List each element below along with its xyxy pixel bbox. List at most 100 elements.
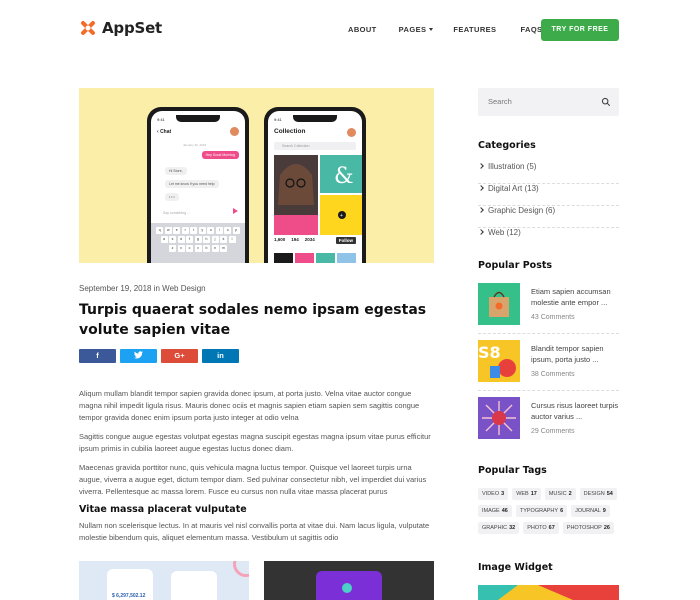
twitter-icon [134, 351, 143, 359]
phone-mockup: $ 6,297,502.12 [107, 569, 153, 600]
keyboard-key: h [203, 236, 210, 243]
keyboard-key: j [211, 236, 219, 243]
keyboard-row: asdfghjkl [153, 236, 243, 243]
tag-name: WEB [516, 491, 529, 497]
tag-name: PHOTOSHOP [566, 525, 602, 531]
tag-chip[interactable]: PHOTO 67 [523, 522, 559, 534]
keyboard-key: i [215, 227, 223, 234]
keyboard-key: l [228, 236, 236, 243]
tag-count: 2 [568, 491, 572, 497]
keyboard-key: v [194, 245, 202, 252]
tag-chip[interactable]: IMAGE 46 [478, 505, 512, 517]
logo[interactable]: AppSet [79, 19, 162, 37]
popular-tags-heading: Popular Tags [478, 465, 547, 476]
keyboard-key: u [207, 227, 215, 234]
collection-title: Collection [274, 128, 306, 135]
google-plus-icon: G+ [174, 351, 185, 360]
keyboard-key: w [164, 227, 172, 234]
keyboard-key: a [160, 236, 168, 243]
nav-about[interactable]: ABOUT [348, 25, 377, 34]
categories-heading: Categories [478, 140, 536, 151]
popular-post-title: Etiam sapien accumsan molestie ante empo… [531, 287, 611, 307]
facebook-icon: f [96, 351, 99, 360]
logo-icon [81, 21, 95, 35]
share-linkedin-button[interactable]: in [202, 349, 239, 363]
category-item[interactable]: Graphic Design (6) [478, 206, 619, 228]
post-subheading: Vitae massa placerat vulputate [79, 504, 247, 515]
image-widget[interactable] [478, 585, 619, 600]
tag-chip[interactable]: TYPOGRAPHY 6 [515, 505, 568, 517]
keyboard-key: f [186, 236, 193, 243]
post-paragraph: Nullam non scelerisque lectus. In at mau… [79, 521, 430, 542]
post-paragraph: Sagittis congue augue egestas volutpat e… [79, 432, 431, 453]
keyboard-key: n [211, 245, 219, 252]
thumbnail [316, 253, 335, 263]
category-label: Graphic Design (6) [488, 206, 556, 215]
category-label: Digital Art (13) [488, 184, 539, 193]
phone-mockup [171, 571, 217, 600]
keyboard-key: m [220, 245, 227, 252]
collection-thumbnails [274, 253, 356, 263]
phone-screen: 9:41 ‹ Chat January 20, 2019 Hey Good Mo… [151, 111, 245, 263]
main-nav: ABOUT PAGES FEATURES FAQS [348, 25, 542, 34]
category-item[interactable]: Digital Art (13) [478, 184, 619, 206]
tag-count: 46 [501, 508, 508, 514]
post-meta: September 19, 2018 in Web Design [79, 284, 206, 293]
tag-count: 9 [602, 508, 606, 514]
tag-chip[interactable]: GRAPHIC 32 [478, 522, 520, 534]
share-google-plus-button[interactable]: G+ [161, 349, 198, 363]
popular-post-comments: 29 Comments [531, 428, 575, 435]
typing-indicator: • • • [165, 193, 179, 201]
popular-post-thumbnail[interactable]: S8 [478, 340, 520, 382]
popular-post-thumbnail[interactable] [478, 397, 520, 439]
keyboard-key: p [232, 227, 240, 234]
try-for-free-button[interactable]: TRY FOR FREE [541, 19, 619, 41]
chat-title: ‹ Chat [157, 129, 172, 135]
search-input[interactable]: Search [478, 88, 619, 116]
phone-mockup-collection: 9:41 Collection Search Collection & + 1,… [264, 107, 366, 263]
post-title: Turpis quaerat sodales nemo ipsam egesta… [79, 302, 427, 338]
phone-mockup [316, 571, 382, 600]
chat-title-text: Chat [160, 129, 172, 135]
post-gallery-image [264, 561, 434, 600]
nav-faqs[interactable]: FAQS [520, 25, 542, 34]
tag-chip[interactable]: DESIGN 54 [579, 488, 617, 500]
nav-features[interactable]: FEATURES [453, 25, 496, 34]
tag-name: PHOTO [527, 525, 547, 531]
share-facebook-button[interactable]: f [79, 349, 116, 363]
balance-amount: $ 6,297,502.12 [112, 593, 146, 599]
popular-post-comments: 43 Comments [531, 314, 575, 321]
keyboard-key: t [190, 227, 198, 234]
artwork-image [482, 401, 516, 435]
keyboard-key: e [173, 227, 181, 234]
thumbnail [274, 253, 293, 263]
popular-post-item[interactable]: S8 Blandit tempor sapien ipsum, porta ju… [478, 340, 619, 391]
popular-post-item[interactable]: Cursus risus laoreet turpis auctor variu… [478, 397, 619, 448]
tag-name: DESIGN [583, 491, 605, 497]
popular-post-item[interactable]: Etiam sapien accumsan molestie ante empo… [478, 283, 619, 334]
popular-post-thumbnail[interactable] [478, 283, 520, 325]
tag-chip[interactable]: WEB 17 [512, 488, 541, 500]
nav-pages[interactable]: PAGES [399, 25, 434, 34]
tag-count: 6 [560, 508, 564, 514]
decorative-circle [233, 561, 249, 577]
chevron-right-icon [478, 207, 484, 213]
share-twitter-button[interactable]: t [120, 349, 157, 363]
image-widget-heading: Image Widget [478, 562, 553, 573]
search-icon[interactable] [601, 97, 611, 107]
thumbnail [337, 253, 356, 263]
post-paragraph: Aliqum mullam blandit tempor sapien grav… [79, 389, 420, 422]
tag-chip[interactable]: MUSIC 2 [544, 488, 576, 500]
tag-chip[interactable]: PHOTOSHOP 26 [562, 522, 614, 534]
category-item[interactable]: Web (12) [478, 228, 619, 250]
category-item[interactable]: Illustration (5) [478, 162, 619, 184]
keyboard-key: c [186, 245, 193, 252]
popular-post-title: Cursus risus laoreet turpis auctor variu… [531, 401, 619, 421]
tag-chip[interactable]: VIDEO 3 [478, 488, 509, 500]
site-header: AppSet ABOUT PAGES FEATURES FAQS TRY FOR… [0, 0, 700, 62]
send-icon [233, 208, 238, 214]
chat-bubble-received: Hi Store, [165, 167, 187, 175]
tag-chip[interactable]: JOURNAL 9 [571, 505, 610, 517]
post-gallery-image: $ 6,297,502.12 [79, 561, 249, 600]
tag-count: 54 [606, 491, 613, 497]
